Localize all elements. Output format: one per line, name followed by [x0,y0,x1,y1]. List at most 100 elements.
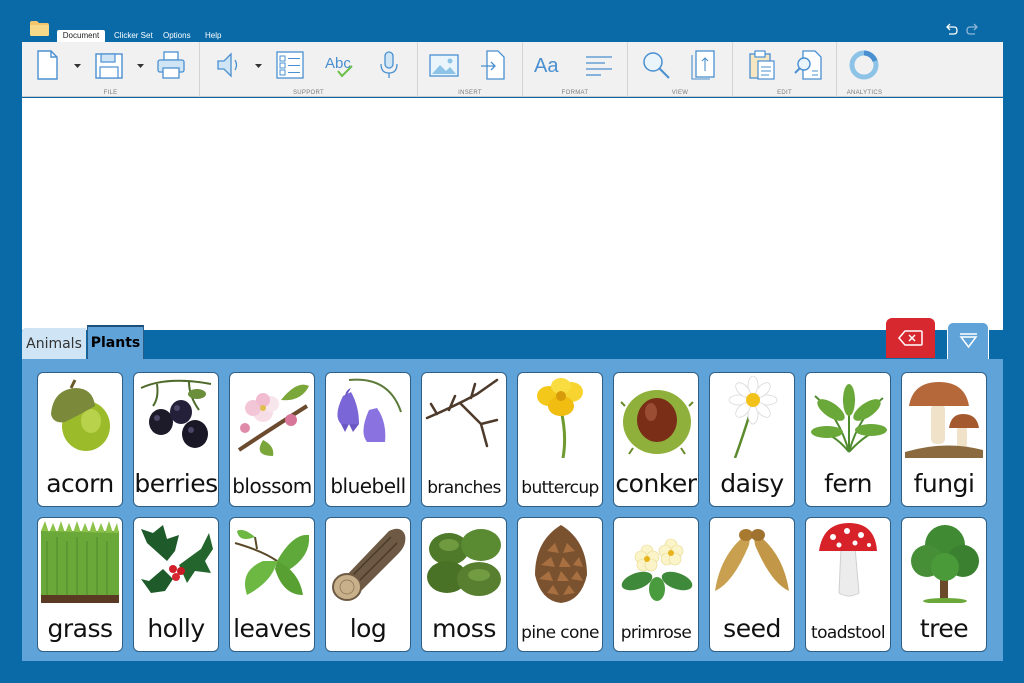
primrose-icon [621,538,693,601]
cell-tree[interactable]: tree [901,517,987,652]
folder-icon[interactable] [30,21,49,36]
ribbon-group-support: Abc SUPPORT [200,42,418,97]
cell-moss[interactable]: moss [421,517,507,652]
log-icon [332,528,406,601]
cell-label: bluebell [330,474,406,498]
cell-seed[interactable]: seed [709,517,795,652]
cell-label: leaves [233,614,311,643]
hide-grid-button[interactable] [947,322,989,360]
cell-label: acorn [46,469,114,498]
clipboard-icon[interactable] [745,49,777,81]
cell-daisy[interactable]: daisy [709,372,795,507]
cell-label: daisy [720,469,784,498]
tab-plants[interactable]: Plants [87,325,144,360]
delete-button[interactable] [886,318,935,358]
cell-label: primrose [620,623,692,643]
cell-label: branches [427,478,501,498]
ribbon-group-edit: EDIT [733,42,837,97]
cell-branches[interactable]: branches [421,372,507,507]
backspace-icon [898,330,923,346]
find-replace-icon[interactable] [793,49,825,81]
page-view-icon[interactable] [688,49,720,81]
group-label-analytics: ANALYTICS [846,90,883,96]
print-icon[interactable] [155,49,187,81]
conker-icon [620,390,694,455]
cell-label: seed [723,614,781,643]
redo-icon[interactable] [966,22,980,36]
cell-pine-cone[interactable]: pine cone [517,517,603,652]
group-label-file: FILE [103,90,118,96]
cell-acorn[interactable]: acorn [37,372,123,507]
acorn-icon [51,379,110,451]
cell-label: log [349,614,387,643]
group-label-support: SUPPORT [293,90,324,96]
fungi-icon [905,382,983,458]
cell-bluebell[interactable]: bluebell [325,372,411,507]
group-label-view: VIEW [671,90,689,96]
ribbon-group-format: Aa FORMAT [523,42,628,97]
cell-buttercup[interactable]: buttercup [517,372,603,507]
blackberry-icon [140,379,212,448]
ribbon-group-view: VIEW [628,42,733,97]
insert-file-icon[interactable] [478,49,510,81]
daisy-icon [728,376,778,458]
cell-primrose[interactable]: primrose [613,517,699,652]
ribbon-group-file: FILE [22,42,200,97]
new-document-icon[interactable] [31,49,63,81]
cell-log[interactable]: log [325,517,411,652]
tab-animals[interactable]: Animals [22,328,86,360]
pine-cone-icon [535,525,587,603]
font-icon[interactable]: Aa [533,49,565,81]
cell-label: blossom [232,474,312,498]
cell-fern[interactable]: fern [805,372,891,507]
moss-icon [427,529,501,596]
cell-blossom[interactable]: blossom [229,372,315,507]
tab-document[interactable]: Document [57,30,105,42]
word-list-icon[interactable] [274,49,306,81]
cell-fungi[interactable]: fungi [901,372,987,507]
tab-options[interactable]: Options [163,30,191,42]
clicker-grid: acorn berries blossom bluebell branches … [22,359,1003,661]
leaves-icon [234,529,310,595]
fern-icon [811,384,887,453]
tree-icon [911,525,979,603]
cell-label: buttercup [521,478,599,498]
analytics-icon[interactable] [848,49,880,81]
ribbon-group-insert: INSERT [418,42,523,97]
document-area[interactable] [22,98,1003,330]
grass-icon [41,521,119,603]
holly-icon [141,525,213,593]
insert-picture-icon[interactable] [428,49,460,81]
undo-icon[interactable] [944,22,958,36]
ribbon-group-analytics: ANALYTICS [837,42,892,97]
blossom-icon [237,384,309,456]
cell-holly[interactable]: holly [133,517,219,652]
cell-conker[interactable]: conker [613,372,699,507]
zoom-icon[interactable] [640,49,672,81]
svg-text:Aa: Aa [534,55,559,77]
tab-clicker-set[interactable]: Clicker Set [114,30,153,42]
cell-grass[interactable]: grass [37,517,123,652]
microphone-icon[interactable] [373,49,405,81]
cell-toadstool[interactable]: toadstool [805,517,891,652]
speaker-icon[interactable] [213,49,245,81]
toadstool-icon [819,523,877,597]
cell-label: toadstool [811,623,886,643]
cell-leaves[interactable]: leaves [229,517,315,652]
tab-help[interactable]: Help [205,30,221,42]
triangle-down-icon [959,333,978,349]
align-icon[interactable] [583,49,615,81]
cell-label: pine cone [521,623,599,643]
sycamore-seed-icon [715,529,789,591]
chevron-down-icon[interactable] [255,64,262,69]
chevron-down-icon[interactable] [74,64,81,69]
group-label-insert: INSERT [458,90,482,96]
cell-berries[interactable]: berries [133,372,219,507]
cell-label: moss [432,614,496,643]
ribbon: FILE Abc SUPPORT INSERT Aa FORMAT VIEW E… [22,42,1003,97]
save-icon[interactable] [93,49,125,81]
group-label-format: FORMAT [561,90,589,96]
cell-label: holly [147,614,205,643]
spell-check-icon[interactable]: Abc [323,49,355,81]
chevron-down-icon[interactable] [137,64,144,69]
